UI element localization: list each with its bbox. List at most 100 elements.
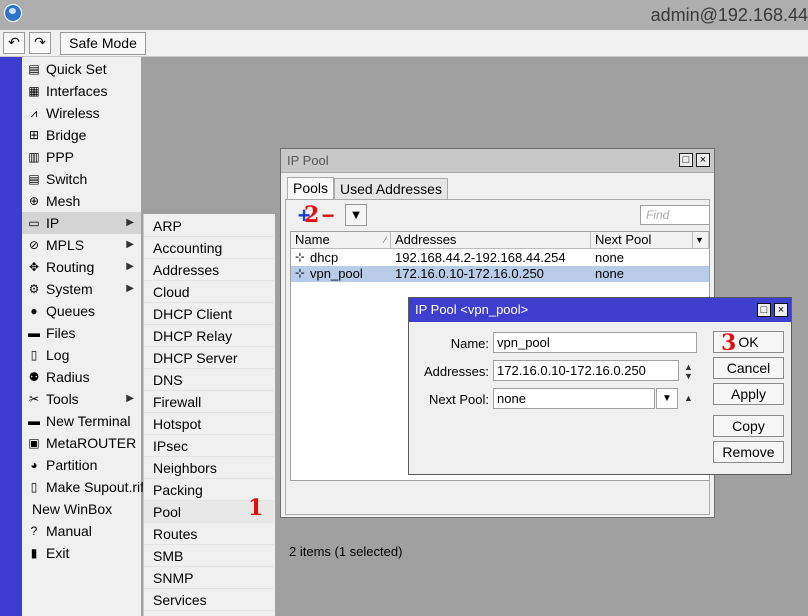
sidebar-item-make-supout-rif[interactable]: ▯ Make Supout.rif [22, 476, 145, 498]
submenu-item-dhcp-relay[interactable]: DHCP Relay [144, 325, 274, 347]
submenu-item-accounting[interactable]: Accounting [144, 237, 274, 259]
sidebar-item-manual[interactable]: ? Manual [22, 520, 141, 542]
sidebar-item-label: Bridge [46, 127, 87, 143]
submenu-item-snmp[interactable]: SNMP [144, 567, 274, 589]
column-header-name[interactable]: Name ⁄ [291, 232, 391, 249]
tab-used-addresses[interactable]: Used Addresses [334, 178, 448, 200]
filter-button[interactable]: ▼ [345, 204, 367, 226]
vpn-pool-dialog: IP Pool <vpn_pool> □ × Name: vpn_pool Ad… [408, 297, 792, 475]
submenu-arrow-icon: ▶ [126, 283, 134, 294]
sidebar-item-routing[interactable]: ✥ Routing ▶ [22, 256, 141, 278]
ip-pool-title-bar[interactable]: IP Pool □ × [281, 149, 714, 173]
sidebar-item-system[interactable]: ⚙ System ▶ [22, 278, 141, 300]
sidebar-item-mesh[interactable]: ⊕ Mesh [22, 190, 141, 212]
sidebar-item-label: New WinBox [32, 501, 113, 517]
supout-icon: ▯ [30, 480, 38, 494]
copy-button[interactable]: Copy [713, 415, 784, 437]
tab-pools[interactable]: Pools [287, 177, 335, 200]
sidebar-item-switch[interactable]: ▤ Switch [22, 168, 141, 190]
sidebar-brand-bar [0, 57, 22, 616]
find-input[interactable]: Find [640, 205, 710, 225]
submenu-arrow-icon: ▶ [126, 393, 134, 404]
ip-pool-title: IP Pool [287, 153, 329, 168]
columns-menu-icon[interactable]: ▼ [693, 232, 709, 249]
submenu-item-addresses[interactable]: Addresses [144, 259, 274, 281]
sidebar-item-queues[interactable]: ● Queues [22, 300, 141, 322]
interfaces-icon: ▦ [28, 84, 40, 98]
sidebar-item-files[interactable]: ▬ Files [22, 322, 141, 344]
sidebar-item-metarouter[interactable]: ▣ MetaROUTER [22, 432, 141, 454]
files-icon: ▬ [28, 326, 40, 340]
submenu-arrow-icon: ▶ [126, 217, 134, 228]
sidebar-item-log[interactable]: ▯ Log [22, 344, 141, 366]
next-pool-up-icon[interactable]: ▲ [684, 394, 693, 403]
submenu-item-routes[interactable]: Routes [144, 523, 274, 545]
add-range-down-icon[interactable]: ▼ [684, 372, 693, 381]
sidebar-item-new-winbox[interactable]: New WinBox [22, 498, 141, 520]
dialog-title-bar[interactable]: IP Pool <vpn_pool> □ × [409, 298, 791, 322]
safe-mode-button[interactable]: Safe Mode [60, 32, 146, 55]
name-field[interactable]: vpn_pool [493, 332, 697, 353]
radius-icon: ⚉ [28, 370, 40, 384]
sidebar-item-label: Radius [46, 369, 90, 385]
sidebar-item-radius[interactable]: ⚉ Radius [22, 366, 141, 388]
remove-button[interactable]: Remove [713, 441, 784, 463]
next-pool-select[interactable]: none [493, 388, 655, 409]
sidebar-item-bridge[interactable]: ⊞ Bridge [22, 124, 141, 146]
sidebar-item-partition[interactable]: ◕ Partition [22, 454, 141, 476]
submenu-item-neighbors[interactable]: Neighbors [144, 457, 274, 479]
undo-button[interactable]: ↶ [3, 32, 25, 54]
partition-icon: ◕ [30, 458, 38, 472]
submenu-item-firewall[interactable]: Firewall [144, 391, 274, 413]
column-header-next-pool[interactable]: Next Pool [591, 232, 693, 249]
sidebar-item-wireless[interactable]: ⩘ Wireless [22, 102, 141, 124]
next-pool-dropdown-icon[interactable]: ▼ [656, 388, 678, 409]
sidebar-item-label: Tools [46, 391, 79, 407]
sidebar-item-mpls[interactable]: ⊘ MPLS ▶ [22, 234, 141, 256]
submenu-item-dhcp-client[interactable]: DHCP Client [144, 303, 274, 325]
dialog-maximize-icon[interactable]: □ [757, 303, 771, 317]
submenu-item-hotspot[interactable]: Hotspot [144, 413, 274, 435]
submenu-item-smb[interactable]: SMB [144, 545, 274, 567]
sidebar-item-label: Log [46, 347, 70, 363]
cancel-button[interactable]: Cancel [713, 357, 784, 379]
sidebar-item-ppp[interactable]: ▥ PPP [22, 146, 141, 168]
ip-submenu: ARP Accounting Addresses Cloud DHCP Client DH… [143, 214, 275, 616]
submenu-item-cloud[interactable]: Cloud [144, 281, 274, 303]
title-bar: admin@192.168.44 [0, 0, 808, 30]
redo-button[interactable]: ↷ [29, 32, 51, 54]
submenu-arrow-icon: ▶ [126, 261, 134, 272]
system-icon: ⚙ [28, 282, 40, 296]
sidebar-item-label: MPLS [46, 237, 85, 253]
apply-button[interactable]: Apply [713, 383, 784, 405]
sidebar-item-tools[interactable]: ✂ Tools ▶ [22, 388, 141, 410]
submenu-item-dns[interactable]: DNS [144, 369, 274, 391]
table-row-selected[interactable]: ⊹ vpn_pool 172.16.0.10-172.16.0.250 none [291, 266, 709, 282]
sidebar-item-ip[interactable]: ▭ IP ▶ [22, 212, 141, 234]
sidebar-item-interfaces[interactable]: ▦ Interfaces [22, 80, 141, 102]
sidebar-item-label: Make Supout.rif [46, 479, 145, 495]
submenu-item-arp[interactable]: ARP [144, 215, 274, 237]
sidebar-item-label: Routing [46, 259, 95, 275]
sidebar-item-label: Mesh [46, 193, 81, 209]
addresses-field[interactable]: 172.16.0.10-172.16.0.250 [493, 360, 679, 381]
submenu-item-services[interactable]: Services [144, 589, 274, 611]
table-row[interactable]: ⊹ dhcp 192.168.44.2-192.168.44.254 none [291, 250, 709, 266]
dialog-close-icon[interactable]: × [774, 303, 788, 317]
submenu-item-ipsec[interactable]: IPsec [144, 435, 274, 457]
sidebar-item-label: Files [46, 325, 76, 341]
sidebar-item-quick-set[interactable]: ▤ Quick Set [22, 58, 141, 80]
sidebar-item-new-terminal[interactable]: ▬ New Terminal [22, 410, 141, 432]
sidebar-item-label: Partition [46, 457, 98, 473]
sidebar-item-exit[interactable]: ▮ Exit [22, 542, 141, 564]
submenu-item-dhcp-server[interactable]: DHCP Server [144, 347, 274, 369]
winbox-logo-icon [4, 4, 22, 22]
remove-icon[interactable]: − [319, 205, 337, 227]
maximize-icon[interactable]: □ [679, 153, 693, 167]
quick-set-icon: ▤ [28, 62, 40, 76]
next-pool-label: Next Pool: [429, 392, 489, 407]
column-header-addresses[interactable]: Addresses [391, 232, 591, 249]
metarouter-icon: ▣ [28, 436, 40, 450]
close-icon[interactable]: × [696, 153, 710, 167]
connection-title: admin@192.168.44 [650, 5, 808, 25]
